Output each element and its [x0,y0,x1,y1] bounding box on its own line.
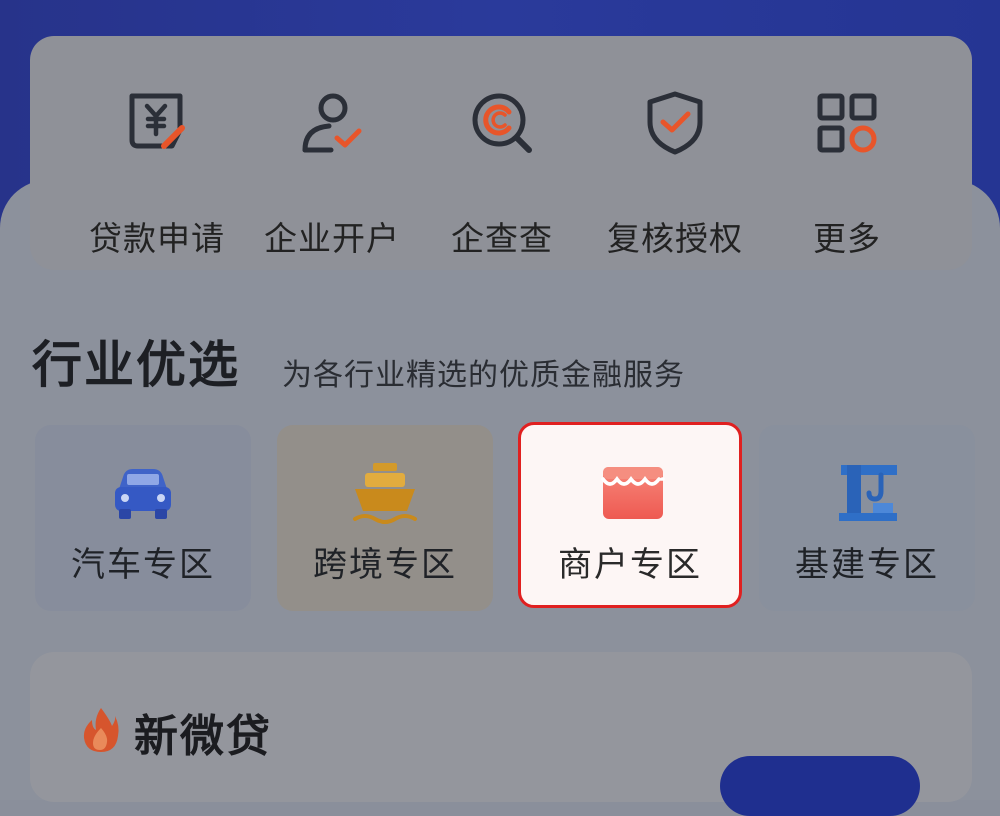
zone-card-cross-border[interactable]: 跨境专区 [277,425,493,611]
product-action-button[interactable] [720,756,920,816]
more-grid-icon [817,93,877,153]
zone-label: 跨境专区 [313,545,457,585]
quick-action-label: 企查查 [451,219,553,258]
zone-label: 汽车专区 [71,545,215,585]
quick-action-review-authorization[interactable]: 复核授权 [583,36,767,270]
section-title: 行业优选 [32,336,240,394]
quick-actions-card: 贷款申请 企业开户 企查查 复核授权 更多 [30,36,972,270]
zone-label: 商户专区 [558,545,702,585]
car-icon [115,469,171,519]
fire-icon [83,708,119,752]
quick-action-label: 更多 [813,219,881,258]
shop-icon [601,467,665,519]
quick-action-label: 贷款申请 [89,219,225,258]
company-search-icon [472,93,532,153]
zone-card-infrastructure[interactable]: 基建专区 [759,425,975,611]
ship-icon [353,463,417,524]
quick-action-company-search[interactable]: 企查查 [410,36,594,270]
review-authorization-icon [647,91,703,155]
quick-action-more[interactable]: 更多 [755,36,939,270]
zone-label: 基建专区 [795,545,939,585]
quick-action-enterprise-account[interactable]: 企业开户 [240,36,424,270]
quick-action-label: 企业开户 [264,219,400,258]
zone-card-car[interactable]: 汽车专区 [35,425,251,611]
enterprise-account-icon [302,93,362,153]
quick-action-label: 复核授权 [607,219,743,258]
zone-card-merchant[interactable]: 商户专区 [518,422,742,608]
crane-icon [839,465,897,521]
quick-action-loan-application[interactable]: 贷款申请 [65,36,249,270]
product-title: 新微贷 [134,711,272,762]
product-card[interactable]: 新微贷 [30,652,972,816]
loan-application-icon [129,93,185,149]
section-subtitle: 为各行业精选的优质金融服务 [282,358,685,393]
